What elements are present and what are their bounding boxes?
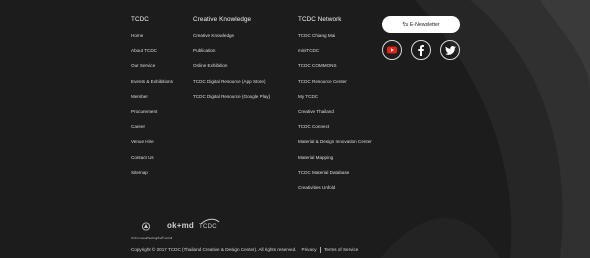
footer-link-procurement[interactable]: Procurement [131, 109, 173, 124]
youtube-icon [387, 46, 397, 54]
footer-link-material-mapping[interactable]: Material Mapping [298, 155, 372, 170]
footer-column-knowledge: Creative Knowledge Creative Knowledge Pu… [193, 16, 270, 109]
footer-column-tcdc: TCDC Home About TCDC Our Service Events … [131, 16, 173, 185]
footer-link-contact[interactable]: Contact Us [131, 155, 173, 170]
footer-link-creativities-unfold[interactable]: Creativities Unfold [298, 185, 372, 200]
cea-emblem-icon [142, 222, 150, 231]
link-list: Home About TCDC Our Service Events & Exh… [131, 33, 173, 185]
footer-link-commons[interactable]: TCDC COMMONS [298, 63, 372, 78]
footer-bottom-bar: Copyright © 2017 TCDC (Thailand Creative… [131, 247, 358, 253]
link-list: TCDC Chiang Mai miniTCDC TCDC COMMONS TC… [298, 33, 372, 200]
link-list: Creative Knowledge Publication Online Ex… [193, 33, 270, 109]
footer-link-online-exhibition[interactable]: Online Exhibition [193, 63, 270, 78]
footer-column-network: TCDC Network TCDC Chiang Mai miniTCDC TC… [298, 16, 372, 200]
footer-link-member[interactable]: Member [131, 94, 173, 109]
footer-link-app-store[interactable]: TCDC Digital Resource (App Store) [193, 79, 270, 94]
terms-link[interactable]: Terms of Service [324, 247, 358, 252]
privacy-link[interactable]: Privacy [302, 247, 317, 252]
footer-link-google-play[interactable]: TCDC Digital Resource (Google Play) [193, 94, 270, 109]
footer-link-connect[interactable]: TCDC Connect [298, 124, 372, 139]
footer-link-minitcdc[interactable]: miniTCDC [298, 48, 372, 63]
facebook-button[interactable] [411, 40, 431, 60]
twitter-icon [444, 45, 456, 55]
footer-link-material-database[interactable]: TCDC Material Database [298, 170, 372, 185]
footer-link-events[interactable]: Events & Exhibitions [131, 79, 173, 94]
footer-link-career[interactable]: Career [131, 124, 173, 139]
footer-link-resource-center[interactable]: TCDC Resource Center [298, 79, 372, 94]
footer-link-service[interactable]: Our Service [131, 63, 173, 78]
footer-link-home[interactable]: Home [131, 33, 173, 48]
footer-link-publication[interactable]: Publication [193, 48, 270, 63]
twitter-button[interactable] [440, 40, 460, 60]
youtube-button[interactable] [382, 40, 402, 60]
footer-link-creative-knowledge[interactable]: Creative Knowledge [193, 33, 270, 48]
footer-link-chiang-mai[interactable]: TCDC Chiang Mai [298, 33, 372, 48]
copyright-text: Copyright © 2017 TCDC (Thailand Creative… [131, 247, 297, 253]
column-title: Creative Knowledge [193, 16, 252, 23]
column-title: TCDC [131, 16, 149, 23]
footer-link-material-innovation[interactable]: Material & Design Innovation Center [298, 139, 372, 154]
background-swoosh [380, 0, 590, 258]
footer-link-creative-thailand[interactable]: Creative Thailand [298, 109, 372, 124]
cea-logo: สำนักงานส่งเสริมเศรษฐกิจสร้างสรรค์ [131, 218, 173, 241]
facebook-icon [418, 44, 424, 56]
newsletter-button[interactable]: รับ E-Newsletter [382, 16, 460, 33]
tcdc-swoosh-icon [200, 218, 220, 225]
okmd-logo: ok+md [167, 221, 195, 230]
divider [319, 247, 321, 253]
footer-link-about[interactable]: About TCDC [131, 48, 173, 63]
tcdc-logo: TCDC [199, 218, 220, 230]
footer-link-my-tcdc[interactable]: My TCDC [298, 94, 372, 109]
column-title: TCDC Network [298, 16, 342, 23]
footer-link-venue-hire[interactable]: Venue Hire [131, 139, 173, 154]
footer-link-sitemap[interactable]: Sitemap [131, 170, 173, 185]
cea-caption: สำนักงานส่งเสริมเศรษฐกิจสร้างสรรค์ [131, 237, 173, 240]
